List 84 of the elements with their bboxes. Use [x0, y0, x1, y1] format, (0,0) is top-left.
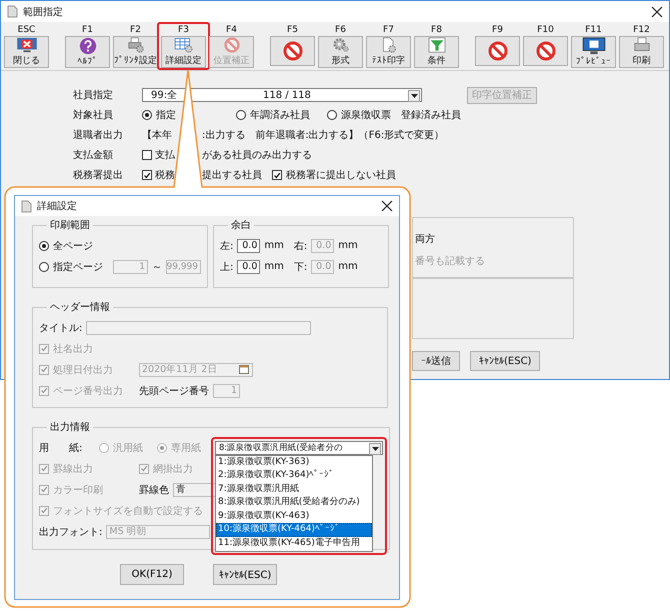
- checkbox-label: カラー印刷: [53, 484, 103, 496]
- field-label: 対象社員: [73, 108, 114, 122]
- dropdown-item[interactable]: 11:源泉徴収票(KY-465)電子申告用: [216, 537, 372, 551]
- group-title: ヘッダー情報: [49, 300, 111, 314]
- input-field[interactable]: 0.0: [237, 238, 260, 252]
- function-key-label: F8: [431, 24, 442, 36]
- function-key-label: F10: [537, 24, 554, 36]
- window-title: 範囲指定: [23, 6, 63, 18]
- toolbar-button[interactable]: 印刷: [619, 36, 664, 68]
- field-label: 税務署提出: [73, 168, 124, 182]
- function-key-label: F4: [226, 24, 237, 36]
- toolbar-button[interactable]: ﾌﾟﾚﾋﾞｭｰ: [571, 36, 616, 68]
- dropdown-item[interactable]: 1:源泉徴収票(KY-363): [216, 456, 372, 470]
- checkbox-label: 社名出力: [53, 342, 93, 356]
- unit-label: mm: [264, 240, 284, 251]
- input-field[interactable]: 0.0: [237, 260, 260, 274]
- group-title: 余白: [230, 219, 252, 232]
- field-label: 退職者出力: [73, 128, 124, 142]
- field-label: 罫線色: [139, 484, 169, 496]
- function-key-label: ESC: [18, 24, 36, 36]
- radio-label: 指定ページ: [53, 260, 104, 274]
- toolbar-button[interactable]: 形式: [318, 36, 363, 68]
- unit-label: mm: [264, 261, 284, 272]
- toolbar-button[interactable]: ﾍﾙﾌﾟ: [65, 36, 110, 68]
- group-title: 印刷範囲: [49, 218, 91, 232]
- checkbox-label: 罫線出力: [53, 462, 93, 476]
- group-title: 出力情報: [49, 420, 91, 434]
- field-label: 先頭ページ番号: [139, 384, 209, 398]
- radio-label: 専用紙: [171, 442, 201, 454]
- toolbar-button[interactable]: ﾌﾟﾘﾝﾀ設定: [113, 36, 158, 68]
- toolbar-button[interactable]: ﾃｽﾄ印字: [366, 36, 411, 68]
- option-text: 両方: [415, 232, 435, 246]
- employee-select[interactable]: 99:全 118 / 118: [142, 88, 422, 102]
- field-label: 左:: [220, 240, 234, 252]
- field-label: 用 紙:: [39, 442, 84, 454]
- paper-select[interactable]: 8:源泉徴収票汎用紙(受給者分の: [215, 440, 383, 454]
- range-separator: ～: [152, 260, 162, 274]
- function-key-label: F12: [633, 24, 650, 36]
- dropdown-item[interactable]: 8:源泉徴収票汎用紙(受給者分のみ): [216, 496, 372, 510]
- field-label: 支払金額: [73, 148, 114, 162]
- action-button[interactable]: ｰﾙ送信: [412, 351, 460, 371]
- field-label: 下:: [294, 260, 308, 274]
- dialog-button[interactable]: ｷｬﾝｾﾙ(ESC): [213, 564, 277, 585]
- info-text: 【本年: [142, 128, 172, 142]
- toolbar-button[interactable]: 詳細設定: [161, 36, 206, 68]
- checkbox-label: がある社員のみ出力する: [202, 148, 312, 162]
- function-key-label: F9: [492, 24, 503, 36]
- dropdown-item[interactable]: 9:源泉徴収票(KY-463): [216, 510, 372, 524]
- function-key-label: F11: [585, 24, 602, 36]
- field-label: タイトル:: [39, 322, 82, 334]
- dialog-title: 詳細設定: [37, 200, 77, 213]
- dropdown-item[interactable]: 2:源泉徴収票(KY-364)ﾍﾟｰｼﾞ: [216, 469, 372, 483]
- info-text: :出力する 前年退職者:出力する】（F6:形式で変更）: [202, 128, 444, 142]
- radio-label: 指定: [156, 108, 176, 122]
- unit-label: mm: [338, 240, 358, 251]
- toolbar-button[interactable]: 閉じる: [4, 36, 49, 68]
- action-button[interactable]: ｷｬﾝｾﾙ(ESC): [470, 351, 540, 371]
- checkbox-label: 税務署に提出しない社員: [286, 168, 396, 182]
- checkbox-label: ページ番号出力: [53, 384, 123, 398]
- unit-label: mm: [338, 261, 358, 272]
- checkbox-label: 支払: [155, 148, 175, 162]
- field-label: 社員指定: [73, 88, 114, 102]
- dropdown-item[interactable]: 7:源泉徴収票汎用紙: [216, 482, 372, 496]
- option-text: 番号も記載する: [415, 254, 485, 268]
- field-label: 上:: [220, 260, 234, 274]
- field-label: 右:: [294, 240, 308, 252]
- radio-label: 汎用紙: [113, 442, 143, 454]
- checkbox-label: 処理日付出力: [53, 364, 113, 376]
- checkbox-label: 提出する社員: [202, 168, 262, 182]
- checkbox-label: 網掛出力: [153, 462, 193, 476]
- checkbox-label: 税務: [155, 168, 175, 182]
- function-key-label: F5: [287, 24, 298, 36]
- toolbar-button[interactable]: 条件: [414, 36, 459, 68]
- radio-label: 源泉徴収票 登録済み社員: [341, 108, 461, 122]
- function-key-label: F1: [82, 24, 93, 36]
- checkbox-label: フォントサイズを自動で設定する: [53, 504, 203, 518]
- radio-label: 年調済み社員: [250, 108, 310, 122]
- function-key-label: F6: [335, 24, 346, 36]
- function-key-label: F3: [178, 24, 189, 36]
- field-label: 出力フォント:: [39, 526, 102, 538]
- dialog-button[interactable]: OK(F12): [120, 564, 184, 585]
- function-key-label: F2: [130, 24, 141, 36]
- function-key-label: F7: [383, 24, 394, 36]
- radio-label: 全ページ: [53, 240, 93, 252]
